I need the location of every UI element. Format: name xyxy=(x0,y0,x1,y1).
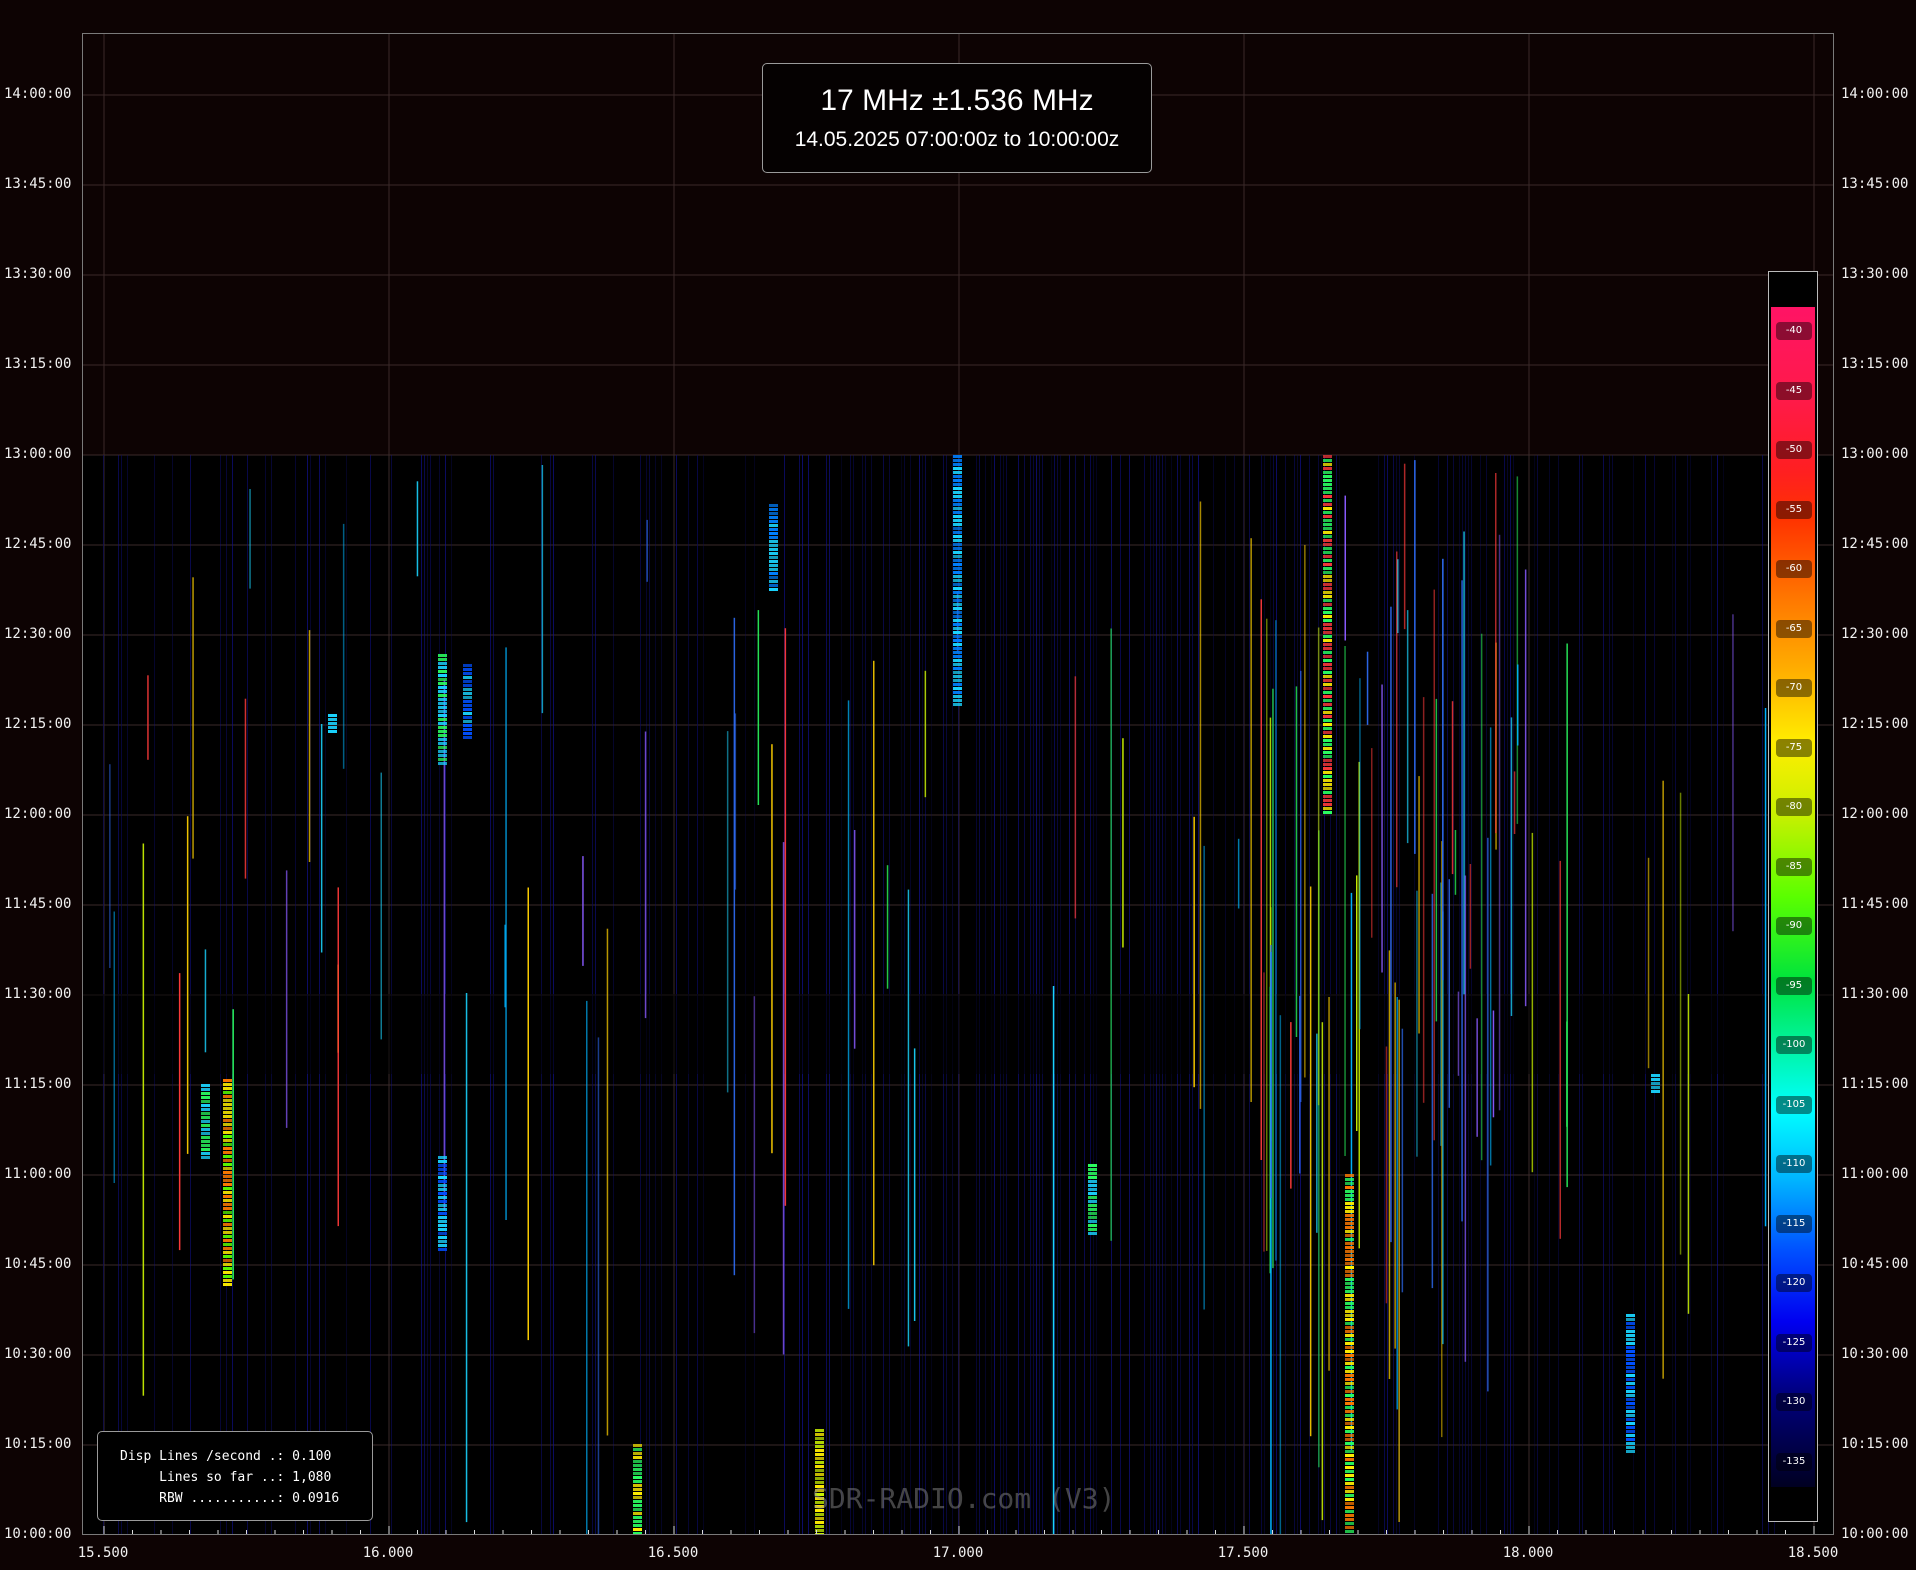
y-tick-label-left: 10:30:00 xyxy=(4,1346,72,1362)
y-tick-label-left: 11:00:00 xyxy=(4,1166,72,1182)
y-tick-label-right: 11:00:00 xyxy=(1841,1166,1909,1182)
y-tick-label-left: 13:00:00 xyxy=(4,446,72,462)
y-tick-label-right: 10:15:00 xyxy=(1841,1436,1909,1452)
signal-level-colorbar: -40 -45 -50 -55 -60 -65 -70 -75 -80 -85 -90 -95 -100… xyxy=(1768,271,1818,1522)
y-tick-label-left: 11:30:00 xyxy=(4,986,72,1002)
y-tick-label-right: 11:45:00 xyxy=(1841,896,1909,912)
y-tick-label-left: 10:15:00 xyxy=(4,1436,72,1452)
y-tick-label-right: 12:00:00 xyxy=(1841,806,1909,822)
y-tick-label-left: 11:45:00 xyxy=(4,896,72,912)
colorbar-tick-label: -100 xyxy=(1776,1036,1812,1054)
y-tick-label-left: 12:00:00 xyxy=(4,806,72,822)
colorbar-tick-label: -125 xyxy=(1776,1333,1812,1352)
colorbar-tick-label: -110 xyxy=(1776,1155,1812,1173)
title-box: 17 MHz ±1.536 MHz 14.05.2025 07:00:00z t… xyxy=(762,63,1152,173)
x-tick-label: 18.000 xyxy=(1502,1545,1554,1561)
x-tick-label: 18.500 xyxy=(1787,1545,1839,1561)
waterfall-frame[interactable] xyxy=(82,33,1834,1535)
y-tick-label-right: 12:15:00 xyxy=(1841,716,1909,732)
colorbar-tick-label: -70 xyxy=(1776,679,1812,697)
y-tick-label-right: 10:00:00 xyxy=(1841,1526,1909,1542)
lines-so-far: Lines so far ..: 1,080 xyxy=(120,1470,332,1485)
y-tick-label-left: 13:15:00 xyxy=(4,356,72,372)
colorbar-tick-label: -75 xyxy=(1776,738,1812,757)
colorbar-tick-label: -120 xyxy=(1776,1274,1812,1292)
x-tick-label: 16.000 xyxy=(362,1545,414,1561)
x-tick-label: 16.500 xyxy=(647,1545,699,1561)
y-tick-label-right: 11:30:00 xyxy=(1841,986,1909,1002)
colorbar-tick-label: -135 xyxy=(1776,1452,1812,1471)
y-tick-label-left: 10:45:00 xyxy=(4,1256,72,1272)
time-range-subtitle: 14.05.2025 07:00:00z to 10:00:00z xyxy=(794,128,1120,151)
y-tick-label-right: 12:45:00 xyxy=(1841,536,1909,552)
y-tick-label-right: 14:00:00 xyxy=(1841,86,1909,102)
colorbar-gradient xyxy=(1771,307,1815,1487)
y-tick-label-left: 12:45:00 xyxy=(4,536,72,552)
waterfall-display[interactable] xyxy=(83,34,1833,1534)
colorbar-tick-label: -50 xyxy=(1776,441,1812,459)
y-tick-label-right: 13:15:00 xyxy=(1841,356,1909,372)
rbw-value: RBW ...........: 0.0916 xyxy=(120,1491,340,1506)
y-tick-label-left: 14:00:00 xyxy=(4,86,72,102)
x-tick-label: 15.500 xyxy=(77,1545,129,1561)
y-tick-label-right: 10:45:00 xyxy=(1841,1256,1909,1272)
y-tick-label-right: 11:15:00 xyxy=(1841,1076,1909,1092)
x-tick-label: 17.500 xyxy=(1217,1545,1269,1561)
colorbar-tick-label: -55 xyxy=(1776,500,1812,519)
colorbar-tick-label: -80 xyxy=(1776,798,1812,816)
colorbar-tick-label: -40 xyxy=(1776,322,1812,340)
y-tick-label-left: 11:15:00 xyxy=(4,1076,72,1092)
disp-lines-per-second: Disp Lines /second .: 0.100 xyxy=(120,1449,332,1464)
y-tick-label-left: 12:30:00 xyxy=(4,626,72,642)
info-panel: Disp Lines /second .: 0.100 Lines so far… xyxy=(97,1431,373,1521)
y-tick-label-left: 12:15:00 xyxy=(4,716,72,732)
colorbar-tick-label: -65 xyxy=(1776,619,1812,638)
y-tick-label-right: 13:45:00 xyxy=(1841,176,1909,192)
x-tick-label: 17.000 xyxy=(932,1545,984,1561)
y-tick-label-right: 13:30:00 xyxy=(1841,266,1909,282)
watermark: SDR-RADIO.com (V3) xyxy=(812,1482,1116,1515)
colorbar-tick-label: -45 xyxy=(1776,381,1812,400)
y-tick-label-right: 13:00:00 xyxy=(1841,446,1909,462)
colorbar-tick-label: -130 xyxy=(1776,1393,1812,1411)
colorbar-tick-label: -85 xyxy=(1776,857,1812,876)
frequency-title: 17 MHz ±1.536 MHz xyxy=(820,84,1094,117)
colorbar-tick-label: -95 xyxy=(1776,976,1812,995)
colorbar-tick-label: -105 xyxy=(1776,1095,1812,1114)
y-tick-label-left: 13:30:00 xyxy=(4,266,72,282)
y-tick-label-left: 13:45:00 xyxy=(4,176,72,192)
y-tick-label-right: 12:30:00 xyxy=(1841,626,1909,642)
colorbar-tick-label: -90 xyxy=(1776,917,1812,935)
colorbar-tick-label: -60 xyxy=(1776,560,1812,578)
y-tick-label-right: 10:30:00 xyxy=(1841,1346,1909,1362)
colorbar-tick-label: -115 xyxy=(1776,1214,1812,1233)
y-tick-label-left: 10:00:00 xyxy=(4,1526,72,1542)
